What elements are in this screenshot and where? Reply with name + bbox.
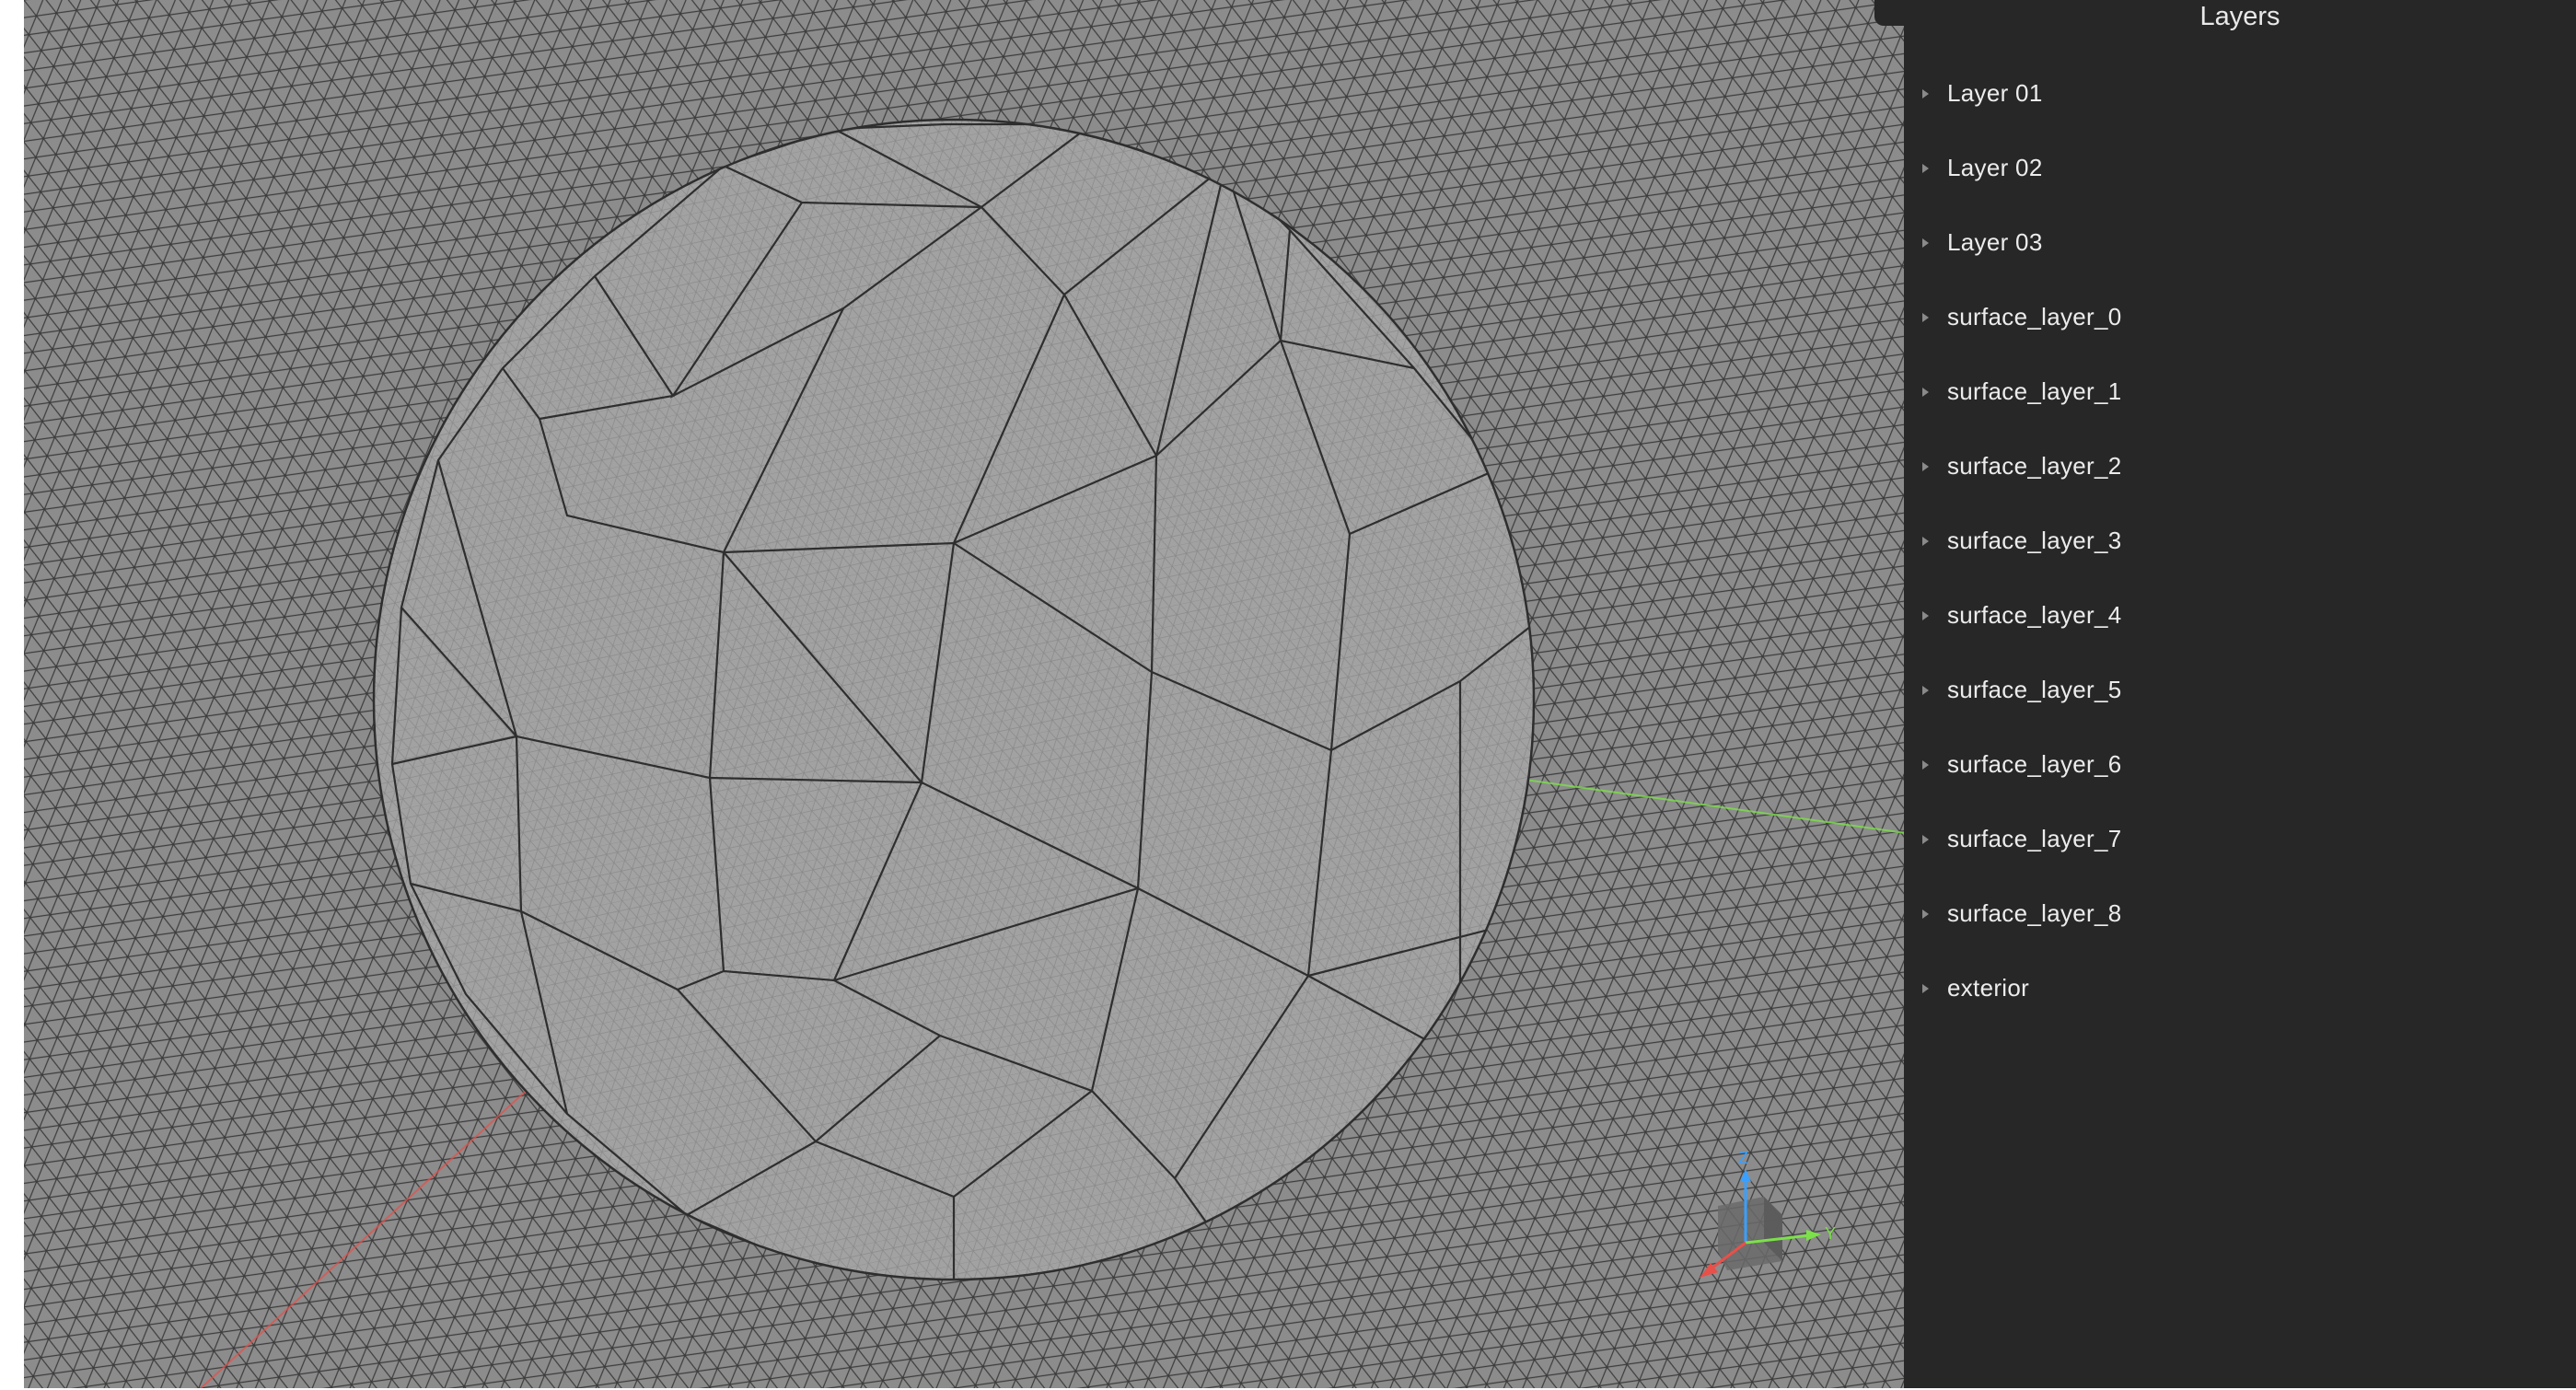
layers-panel: Layers Layer 01 Layer 02 Layer 03 surfac… xyxy=(1904,0,2576,1390)
layer-label: surface_layer_6 xyxy=(1947,750,2122,778)
mesh-scene[interactable]: Z Y xyxy=(24,0,1906,1390)
layer-list: Layer 01 Layer 02 Layer 03 surface_layer… xyxy=(1904,56,2576,1025)
expand-caret-icon[interactable] xyxy=(1922,387,1929,397)
expand-caret-icon[interactable] xyxy=(1922,909,1929,919)
layer-label: surface_layer_1 xyxy=(1947,377,2122,405)
layer-label: exterior xyxy=(1947,974,2030,1002)
layer-label: surface_layer_3 xyxy=(1947,527,2122,554)
layer-item-layer-01[interactable]: Layer 01 xyxy=(1904,56,2576,131)
layer-label: surface_layer_2 xyxy=(1947,452,2122,480)
expand-caret-icon[interactable] xyxy=(1922,983,1929,993)
layer-label: surface_layer_8 xyxy=(1947,899,2122,927)
layer-label: Layer 03 xyxy=(1947,228,2043,256)
expand-caret-icon[interactable] xyxy=(1922,834,1929,844)
expand-caret-icon[interactable] xyxy=(1922,461,1929,471)
layer-label: surface_layer_4 xyxy=(1947,601,2122,629)
expand-caret-icon[interactable] xyxy=(1922,685,1929,695)
layer-item-surface-layer-8[interactable]: surface_layer_8 xyxy=(1904,876,2576,951)
layer-label: surface_layer_0 xyxy=(1947,303,2122,330)
expand-caret-icon[interactable] xyxy=(1922,610,1929,620)
layer-item-surface-layer-6[interactable]: surface_layer_6 xyxy=(1904,727,2576,802)
layer-item-layer-03[interactable]: Layer 03 xyxy=(1904,205,2576,280)
panel-title: Layers xyxy=(2199,2,2280,31)
layer-label: surface_layer_5 xyxy=(1947,676,2122,703)
expand-caret-icon[interactable] xyxy=(1922,88,1929,98)
layer-item-exterior[interactable]: exterior xyxy=(1904,951,2576,1025)
layer-item-surface-layer-4[interactable]: surface_layer_4 xyxy=(1904,578,2576,653)
3d-viewport[interactable]: Z Y xyxy=(24,0,1906,1390)
layer-label: surface_layer_7 xyxy=(1947,825,2122,852)
layer-item-layer-02[interactable]: Layer 02 xyxy=(1904,131,2576,205)
expand-caret-icon[interactable] xyxy=(1922,312,1929,322)
gizmo-z-label: Z xyxy=(1738,1149,1748,1167)
layer-label: Layer 02 xyxy=(1947,154,2043,181)
expand-caret-icon[interactable] xyxy=(1922,163,1929,173)
layer-item-surface-layer-3[interactable]: surface_layer_3 xyxy=(1904,504,2576,578)
layer-item-surface-layer-0[interactable]: surface_layer_0 xyxy=(1904,280,2576,354)
panel-toggle-handle[interactable] xyxy=(1874,0,1904,26)
layer-item-surface-layer-7[interactable]: surface_layer_7 xyxy=(1904,802,2576,876)
expand-caret-icon[interactable] xyxy=(1922,237,1929,248)
gizmo-y-label: Y xyxy=(1825,1224,1836,1243)
layer-item-surface-layer-2[interactable]: surface_layer_2 xyxy=(1904,429,2576,504)
expand-caret-icon[interactable] xyxy=(1922,536,1929,546)
app-window: Z Y Layers Layer 01 Layer 02 Layer 03 su… xyxy=(0,0,2576,1390)
layer-item-surface-layer-5[interactable]: surface_layer_5 xyxy=(1904,653,2576,727)
expand-caret-icon[interactable] xyxy=(1922,759,1929,770)
layer-label: Layer 01 xyxy=(1947,79,2043,107)
layer-item-surface-layer-1[interactable]: surface_layer_1 xyxy=(1904,354,2576,429)
